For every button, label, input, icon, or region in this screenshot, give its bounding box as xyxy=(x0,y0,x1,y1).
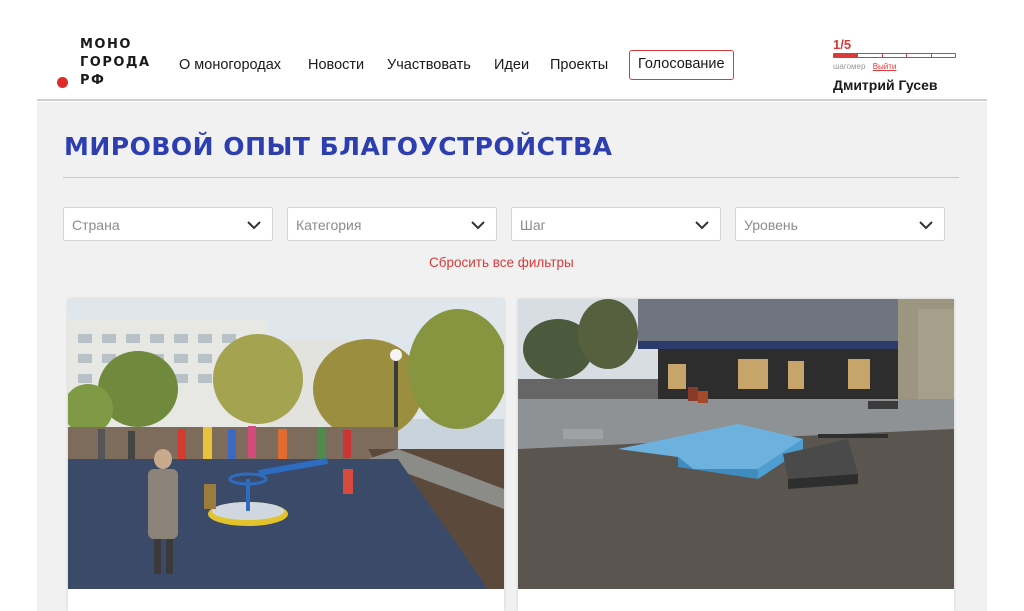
stepper-progress-bar xyxy=(833,53,956,58)
logo-line: ГОРОДА xyxy=(80,55,151,70)
chevron-down-icon xyxy=(919,221,933,230)
logo[interactable]: МОНО ГОРОДА РФ xyxy=(80,36,160,90)
progress-segment xyxy=(883,54,908,57)
chevron-down-icon xyxy=(471,221,485,230)
filter-category-select[interactable]: Категория xyxy=(287,207,497,241)
stepper-caption-label: шагомер xyxy=(833,62,866,71)
nav-item-ideas[interactable]: Идеи xyxy=(494,50,529,80)
nav-item-about[interactable]: О моногородах xyxy=(179,50,281,80)
filter-label: Шаг xyxy=(520,217,546,233)
nav-item-voting[interactable]: Голосование xyxy=(629,50,734,80)
filter-step-select[interactable]: Шаг xyxy=(511,207,721,241)
reset-filters-link[interactable]: Сбросить все фильтры xyxy=(429,255,574,270)
filter-level-select[interactable]: Уровень xyxy=(735,207,945,241)
stepper: 1/5 шагомер Выйти Дмитрий Гусев xyxy=(833,37,958,93)
user-name[interactable]: Дмитрий Гусев xyxy=(833,77,937,93)
stepper-count: 1/5 xyxy=(833,37,852,52)
playground-photo[interactable] xyxy=(68,299,504,589)
site-header: МОНО ГОРОДА РФ О моногородах Новости Уча… xyxy=(37,0,987,101)
nav-item-projects[interactable]: Проекты xyxy=(550,50,608,80)
title-divider xyxy=(63,177,959,178)
logo-line: МОНО xyxy=(80,37,132,52)
project-card[interactable] xyxy=(68,299,504,611)
project-card[interactable] xyxy=(518,299,954,611)
chevron-down-icon xyxy=(247,221,261,230)
nav-item-participate[interactable]: Участвовать xyxy=(387,50,471,80)
filter-label: Категория xyxy=(296,217,362,233)
main-content: МИРОВОЙ ОПЫТ БЛАГОУСТРОЙСТВА Страна Кате… xyxy=(37,102,987,611)
chevron-down-icon xyxy=(695,221,709,230)
progress-segment xyxy=(932,54,955,57)
page-title: МИРОВОЙ ОПЫТ БЛАГОУСТРОЙСТВА xyxy=(64,132,613,161)
logo-dot-icon xyxy=(57,77,68,88)
progress-segment xyxy=(834,54,859,57)
logo-line: РФ xyxy=(80,73,106,88)
progress-segment xyxy=(907,54,932,57)
filter-label: Страна xyxy=(72,217,120,233)
filter-label: Уровень xyxy=(744,217,798,233)
skatepark-photo[interactable] xyxy=(518,299,954,589)
logout-link[interactable]: Выйти xyxy=(873,62,897,71)
stepper-caption: шагомер Выйти xyxy=(833,62,896,71)
filter-country-select[interactable]: Страна xyxy=(63,207,273,241)
progress-segment xyxy=(858,54,883,57)
nav-item-news[interactable]: Новости xyxy=(308,50,364,80)
